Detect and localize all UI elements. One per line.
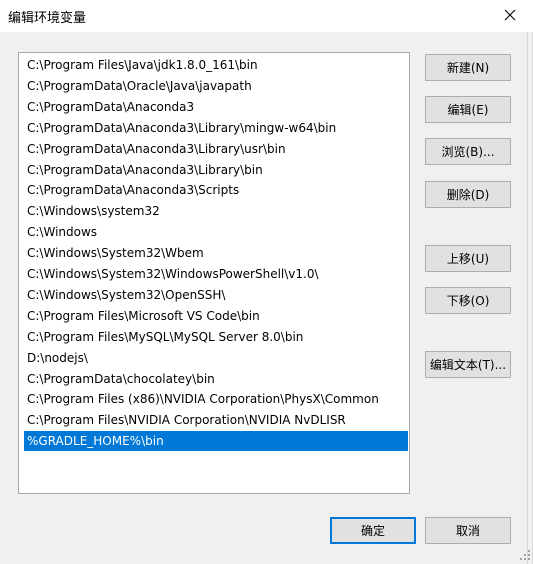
close-icon <box>504 9 516 21</box>
path-list-item[interactable]: D:\nodejs\ <box>24 348 408 368</box>
path-list-item[interactable]: C:\ProgramData\Anaconda3\Library\bin <box>24 160 408 180</box>
path-list-item[interactable]: C:\Program Files\MySQL\MySQL Server 8.0\… <box>24 327 408 347</box>
path-list-item[interactable]: C:\Windows\System32\WindowsPowerShell\v1… <box>24 264 408 284</box>
edit-button[interactable]: 编辑(E) <box>425 96 511 123</box>
path-list[interactable]: C:\Program Files\Java\jdk1.8.0_161\bin C:… <box>18 52 410 494</box>
path-list-item[interactable]: C:\Windows <box>24 222 408 242</box>
path-list-item[interactable]: C:\ProgramData\Anaconda3\Library\usr\bin <box>24 139 408 159</box>
new-button[interactable]: 新建(N) <box>425 54 511 81</box>
path-list-item[interactable]: C:\ProgramData\chocolatey\bin <box>24 369 408 389</box>
move-up-button[interactable]: 上移(U) <box>425 245 511 272</box>
path-list-item[interactable]: C:\Program Files (x86)\NVIDIA Corporatio… <box>24 389 408 409</box>
window-title: 编辑环境变量 <box>8 11 87 26</box>
browse-button[interactable]: 浏览(B)... <box>425 138 511 165</box>
ok-button[interactable]: 确定 <box>330 517 416 544</box>
move-down-button[interactable]: 下移(O) <box>425 287 511 314</box>
cancel-button[interactable]: 取消 <box>425 517 511 544</box>
window-edge <box>527 32 528 564</box>
path-list-item[interactable]: C:\ProgramData\Anaconda3\Scripts <box>24 180 408 200</box>
path-list-item[interactable]: %GRADLE_HOME%\bin <box>24 431 408 452</box>
title-bar[interactable]: 编辑环境变量 <box>0 0 533 32</box>
edit-environment-variable-dialog: 编辑环境变量 C:\Program Files\Java\jdk1.8.0_16… <box>0 0 533 564</box>
resize-grip-icon[interactable] <box>519 549 531 561</box>
path-list-item[interactable]: C:\ProgramData\Oracle\Java\javapath <box>24 76 408 96</box>
path-list-item[interactable]: C:\Windows\System32\Wbem <box>24 243 408 263</box>
path-list-item[interactable]: C:\Windows\system32 <box>24 201 408 221</box>
path-list-item[interactable]: C:\Program Files\NVIDIA Corporation\NVID… <box>24 410 408 430</box>
delete-button[interactable]: 删除(D) <box>425 181 511 208</box>
edit-text-button[interactable]: 编辑文本(T)... <box>425 351 511 378</box>
path-list-item[interactable]: C:\Windows\System32\OpenSSH\ <box>24 285 408 305</box>
path-list-item[interactable]: C:\Program Files\Microsoft VS Code\bin <box>24 306 408 326</box>
path-list-item[interactable]: C:\Program Files\Java\jdk1.8.0_161\bin <box>24 55 408 75</box>
path-list-item[interactable]: C:\ProgramData\Anaconda3 <box>24 97 408 117</box>
close-button[interactable] <box>496 2 524 28</box>
path-list-item[interactable]: C:\ProgramData\Anaconda3\Library\mingw-w… <box>24 118 408 138</box>
